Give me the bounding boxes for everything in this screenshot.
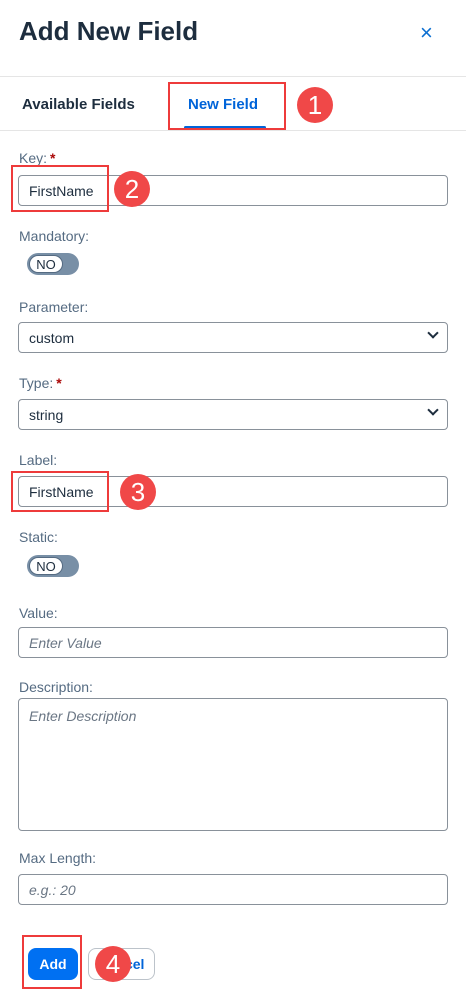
value-label: Value: [19, 605, 58, 621]
value-input[interactable]: Enter Value [18, 627, 448, 658]
annotation-box-2 [11, 165, 109, 212]
description-textarea[interactable]: Enter Description [18, 698, 448, 831]
type-label: Type: * [19, 375, 62, 391]
annotation-box-1 [168, 82, 286, 130]
annotation-badge-2: 2 [114, 171, 150, 207]
annotation-box-3 [11, 471, 109, 512]
parameter-label: Parameter: [19, 299, 89, 315]
max-length-input[interactable]: e.g.: 20 [18, 874, 448, 905]
key-label: Key: * [19, 150, 56, 166]
mandatory-toggle[interactable]: NO [27, 253, 79, 275]
close-icon[interactable]: × [420, 20, 433, 46]
description-label: Description: [19, 679, 93, 695]
mandatory-label: Mandatory: [19, 228, 90, 244]
divider [0, 130, 466, 131]
static-label: Static: [19, 529, 58, 545]
tab-available-fields[interactable]: Available Fields [22, 96, 135, 113]
max-length-label: Max Length: [19, 850, 97, 866]
annotation-badge-1: 1 [297, 87, 333, 123]
annotation-box-4 [22, 935, 82, 989]
type-select[interactable]: string [18, 399, 448, 430]
chevron-down-icon [427, 404, 439, 416]
parameter-select[interactable]: custom [18, 322, 448, 353]
label-label: Label: [19, 452, 58, 468]
chevron-down-icon [427, 327, 439, 339]
annotation-badge-3: 3 [120, 474, 156, 510]
static-toggle[interactable]: NO [27, 555, 79, 577]
divider [0, 76, 466, 77]
annotation-badge-4: 4 [95, 946, 131, 982]
dialog-title: Add New Field [19, 16, 199, 46]
